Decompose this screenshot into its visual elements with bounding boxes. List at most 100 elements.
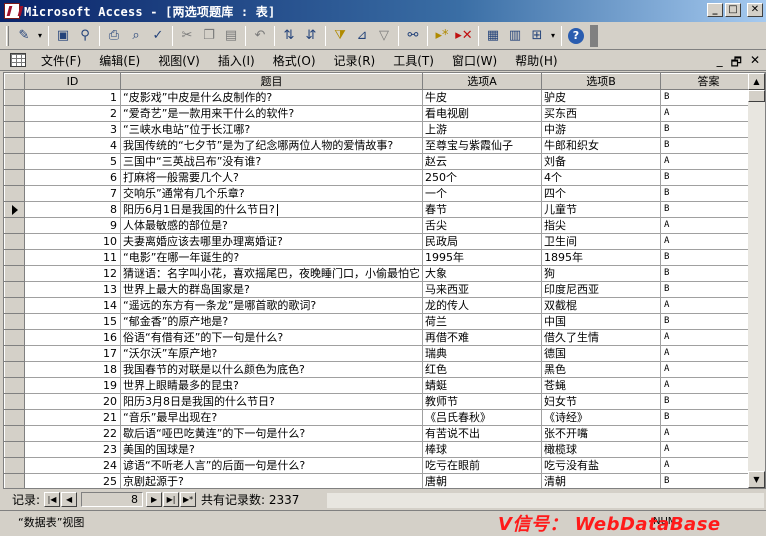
row-selector[interactable] [4, 249, 25, 266]
sort-ascending-icon[interactable]: ⇅ [278, 25, 300, 47]
cell-id[interactable]: 22 [24, 425, 121, 442]
copy-icon[interactable]: ❐ [198, 25, 220, 47]
row-selector[interactable] [4, 441, 25, 458]
row-selector[interactable] [4, 169, 25, 186]
cell-question[interactable]: 阳历6月1日是我国的什么节日? [120, 201, 423, 218]
view-icon[interactable]: ✎ [13, 25, 35, 47]
cell-answer[interactable]: B [660, 265, 757, 282]
new-record-icon[interactable]: ▸* [431, 25, 453, 47]
file-search-icon[interactable]: ⚲ [74, 25, 96, 47]
table-row[interactable]: 1 “皮影戏”中皮是什么皮制作的? 牛皮 驴皮 B [4, 89, 757, 106]
cell-answer[interactable]: A [660, 345, 757, 362]
cell-answer[interactable]: A [660, 105, 757, 122]
cell-question[interactable]: “音乐”最早出现在? [120, 409, 423, 426]
menu-insert[interactable]: 插入(I) [209, 52, 264, 69]
row-selector[interactable] [4, 457, 25, 474]
row-selector[interactable] [4, 361, 25, 378]
cell-id[interactable]: 11 [24, 249, 121, 266]
cell-option-b[interactable]: 牛郎和织女 [541, 137, 661, 154]
cell-option-b[interactable]: 德国 [541, 345, 661, 362]
cell-id[interactable]: 10 [24, 233, 121, 250]
row-selector[interactable] [4, 313, 25, 330]
datasheet-window-icon[interactable] [10, 53, 26, 67]
cell-answer[interactable]: B [660, 185, 757, 202]
cell-option-a[interactable]: 唐朝 [422, 473, 542, 488]
close-button[interactable]: ✕ [747, 3, 763, 17]
cell-id[interactable]: 4 [24, 137, 121, 154]
cell-option-a[interactable]: 看电视剧 [422, 105, 542, 122]
cell-id[interactable]: 1 [24, 89, 121, 106]
save-icon[interactable]: ▣ [52, 25, 74, 47]
cell-answer[interactable]: B [660, 249, 757, 266]
cell-option-b[interactable]: 1895年 [541, 249, 661, 266]
cell-option-b[interactable]: 双截棍 [541, 297, 661, 314]
cell-question[interactable]: 歇后语“哑巴吃黄连”的下一句是什么? [120, 425, 423, 442]
cell-option-a[interactable]: 吃亏在眼前 [422, 457, 542, 474]
horizontal-scrollbar[interactable] [327, 493, 764, 508]
cell-answer[interactable]: B [660, 121, 757, 138]
cell-question[interactable]: 京剧起源于? [120, 473, 423, 488]
cell-id[interactable]: 20 [24, 393, 121, 410]
table-row[interactable]: 17 “沃尔沃”车原产地? 瑞典 德国 A [4, 345, 757, 362]
cell-id[interactable]: 6 [24, 169, 121, 186]
cell-answer[interactable]: A [660, 217, 757, 234]
column-header-option-b[interactable]: 选项B [541, 73, 661, 90]
table-row[interactable]: 16 俗语“有借有还”的下一句是什么? 再借不难 借久了生情 A [4, 329, 757, 346]
cell-answer[interactable]: A [660, 425, 757, 442]
cell-option-a[interactable]: 牛皮 [422, 89, 542, 106]
next-record-button[interactable]: ▶ [146, 492, 163, 507]
cell-option-a[interactable]: 上游 [422, 121, 542, 138]
cell-option-b[interactable]: 买东西 [541, 105, 661, 122]
cell-id[interactable]: 18 [24, 361, 121, 378]
cell-option-a[interactable]: 龙的传人 [422, 297, 542, 314]
cell-option-a[interactable]: 教师节 [422, 393, 542, 410]
toolbar-grip[interactable] [6, 25, 9, 46]
new-record-nav-button[interactable]: ▶* [180, 492, 197, 507]
table-row[interactable]: 6 打麻将一般需要几个人? 250个 4个 B [4, 169, 757, 186]
menu-records[interactable]: 记录(R) [325, 52, 385, 69]
cell-option-a[interactable]: 蜻蜓 [422, 377, 542, 394]
sort-descending-icon[interactable]: ⇵ [300, 25, 322, 47]
cell-option-b[interactable]: 4个 [541, 169, 661, 186]
column-header-question[interactable]: 题目 [120, 73, 423, 90]
current-record-field[interactable]: 8 [81, 492, 144, 507]
row-selector[interactable] [4, 121, 25, 138]
cell-question[interactable]: “郁金香”的原产地是? [120, 313, 423, 330]
cell-question[interactable]: 三国中“三英战吕布”没有谁? [120, 153, 423, 170]
last-record-button[interactable]: ▶| [163, 492, 180, 507]
cell-id[interactable]: 14 [24, 297, 121, 314]
table-row[interactable]: 25 京剧起源于? 唐朝 清朝 B [4, 473, 757, 488]
spellcheck-icon[interactable]: ✓ [147, 25, 169, 47]
cell-answer[interactable]: A [660, 361, 757, 378]
cell-answer[interactable]: A [660, 377, 757, 394]
cell-option-b[interactable]: 吃亏没有盐 [541, 457, 661, 474]
row-selector[interactable] [4, 105, 25, 122]
cell-question[interactable]: “皮影戏”中皮是什么皮制作的? [120, 89, 423, 106]
row-selector[interactable] [4, 393, 25, 410]
table-row[interactable]: 21 “音乐”最早出现在? 《吕氏春秋》 《诗经》 B [4, 409, 757, 426]
table-row[interactable]: 18 我国春节的对联是以什么颜色为底色? 红色 黑色 A [4, 361, 757, 378]
filter-by-form-icon[interactable]: ⊿ [351, 25, 373, 47]
table-row[interactable]: 23 美国的国球是? 棒球 橄榄球 A [4, 441, 757, 458]
menu-help[interactable]: 帮助(H) [506, 52, 566, 69]
minimize-button[interactable]: _ [707, 3, 723, 17]
cell-id[interactable]: 24 [24, 457, 121, 474]
cell-id[interactable]: 5 [24, 153, 121, 170]
cell-option-a[interactable]: 再借不难 [422, 329, 542, 346]
row-selector[interactable] [4, 297, 25, 314]
table-row[interactable]: 4 我国传统的“七夕节”是为了纪念哪两位人物的爱情故事? 至尊宝与紫霞仙子 牛郎和织女… [4, 137, 757, 154]
cell-id[interactable]: 17 [24, 345, 121, 362]
cell-question[interactable]: 我国传统的“七夕节”是为了纪念哪两位人物的爱情故事? [120, 137, 423, 154]
cell-option-a[interactable]: 1995年 [422, 249, 542, 266]
paste-icon[interactable]: ▤ [220, 25, 242, 47]
cell-option-b[interactable]: 印度尼西亚 [541, 281, 661, 298]
menu-file[interactable]: 文件(F) [32, 52, 90, 69]
cell-question[interactable]: “三峡水电站”位于长江哪? [120, 121, 423, 138]
doc-close-button[interactable]: ✕ [750, 53, 760, 74]
row-selector[interactable] [4, 345, 25, 362]
cell-answer[interactable]: B [660, 409, 757, 426]
cell-option-b[interactable]: 苍蝇 [541, 377, 661, 394]
table-row[interactable]: 12 猜谜语：名字叫小花，喜欢摇尾巴，夜晚睡门口，小偷最怕它 大象狗 B [4, 265, 757, 282]
view-dropdown-icon[interactable]: ▾ [35, 25, 45, 47]
cell-question[interactable]: “爱奇艺”是一款用来干什么的软件? [120, 105, 423, 122]
